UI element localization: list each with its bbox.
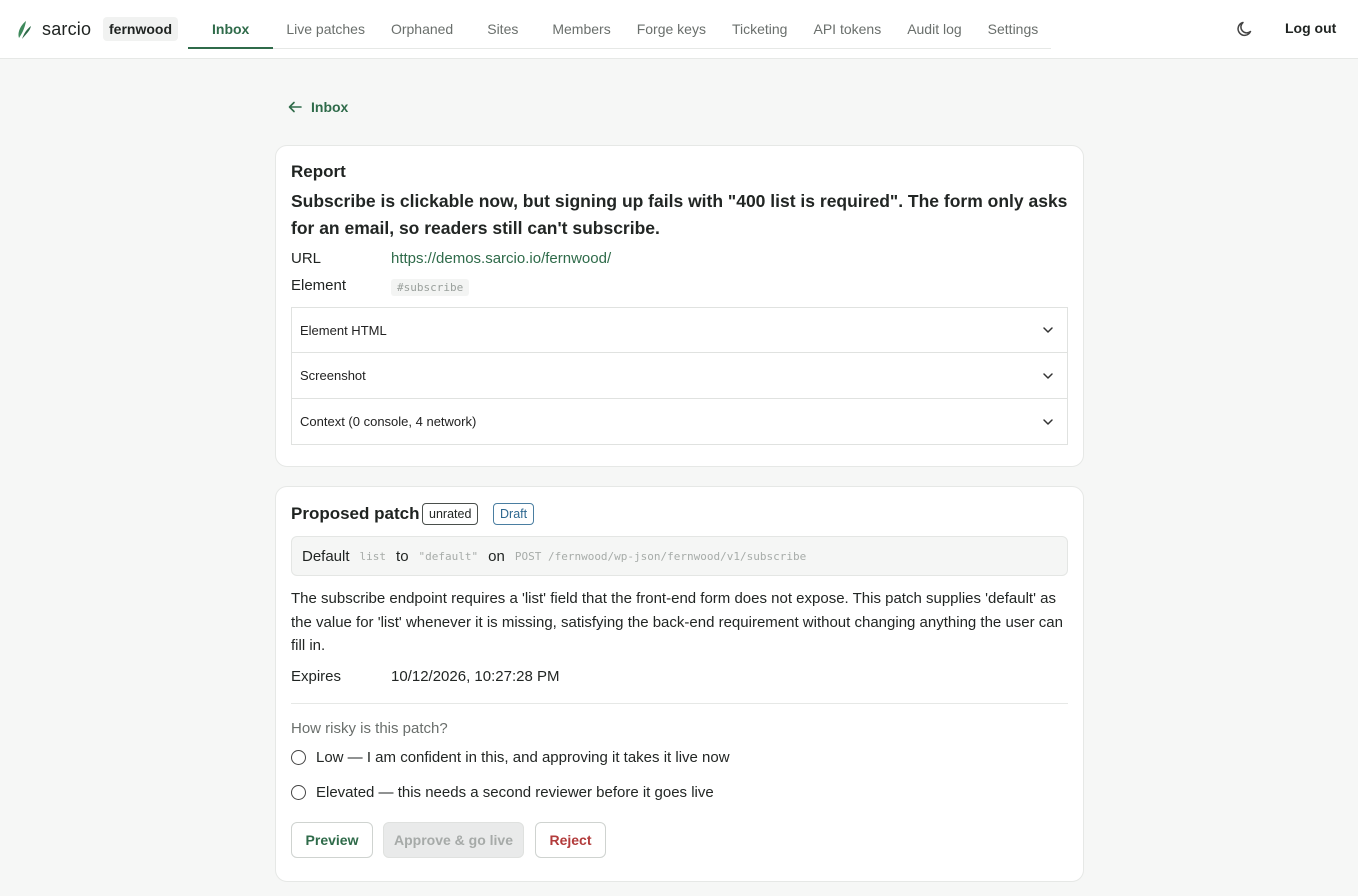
summary-endpoint-code: POST /fernwood/wp-json/fernwood/v1/subsc…	[514, 549, 807, 563]
reject-button[interactable]: Reject	[535, 822, 606, 858]
accordion-context[interactable]: Context (0 console, 4 network)	[291, 399, 1068, 445]
chevron-down-icon	[1043, 418, 1053, 425]
approve-button[interactable]: Approve & go live	[383, 822, 524, 858]
summary-word: Default	[302, 547, 350, 565]
top-bar: sarcio fernwood Inbox Live patches Orpha…	[0, 0, 1358, 59]
logout-button[interactable]: Log out	[1285, 20, 1336, 36]
report-card: Report Subscribe is clickable now, but s…	[275, 145, 1084, 467]
accordion-label: Element HTML	[300, 322, 387, 338]
chevron-down-icon	[1043, 327, 1053, 333]
brand[interactable]: sarcio	[16, 18, 91, 40]
tab-sites[interactable]: Sites	[466, 0, 539, 49]
summary-word: on	[488, 547, 505, 565]
risk-option-elevated[interactable]: Elevated — this needs a second reviewer …	[291, 784, 714, 801]
risk-option-label: Low — I am confident in this, and approv…	[316, 749, 730, 766]
element-selector: #subscribe	[391, 278, 470, 296]
tab-live-patches[interactable]: Live patches	[273, 0, 378, 49]
brand-name: sarcio	[42, 18, 92, 39]
expires-value: 10/12/2026, 10:27:28 PM	[391, 668, 560, 685]
report-url-link[interactable]: https://demos.sarcio.io/fernwood/	[391, 250, 611, 267]
radio-button[interactable]	[291, 750, 306, 765]
accordion-element-html[interactable]: Element HTML	[291, 307, 1068, 353]
accordion-label: Context (0 console, 4 network)	[300, 414, 477, 429]
back-link-label: Inbox	[311, 99, 349, 115]
risk-question: How risky is this patch?	[291, 720, 448, 737]
workspace-name[interactable]: fernwood	[103, 17, 178, 41]
url-label: URL	[291, 250, 322, 267]
patch-description: The subscribe endpoint requires a 'list'…	[291, 590, 1063, 654]
status-badge: Draft	[493, 503, 535, 525]
patch-summary: Default list to "default" on POST /fernw…	[291, 536, 1068, 576]
divider	[291, 703, 1068, 704]
summary-value-code: "default"	[418, 549, 479, 563]
risk-option-label: Elevated — this needs a second reviewer …	[316, 784, 714, 801]
risk-option-low[interactable]: Low — I am confident in this, and approv…	[291, 749, 730, 766]
main-nav: Inbox Live patches Orphaned Sites Member…	[188, 0, 1052, 49]
preview-button[interactable]: Preview	[291, 822, 373, 858]
summary-field-code: list	[359, 549, 387, 563]
accordion-screenshot[interactable]: Screenshot	[291, 353, 1068, 399]
chevron-down-icon	[1043, 372, 1053, 379]
tab-audit-log[interactable]: Audit log	[894, 0, 974, 49]
leaf-logo-icon	[18, 21, 31, 39]
rating-badge: unrated	[422, 503, 479, 525]
tab-inbox[interactable]: Inbox	[188, 0, 274, 49]
tab-ticketing[interactable]: Ticketing	[719, 0, 801, 49]
report-sections: Element HTML Screenshot Context (0 conso…	[291, 307, 1068, 445]
report-text: Subscribe is clickable now, but signing …	[291, 191, 1068, 238]
expires-label: Expires	[291, 668, 342, 685]
tab-settings[interactable]: Settings	[975, 0, 1052, 49]
back-link[interactable]: Inbox	[287, 99, 348, 115]
element-selector-code: #subscribe	[391, 279, 470, 296]
patch-card: Proposed patch unrated Draft Default lis…	[275, 486, 1084, 882]
radio-button[interactable]	[291, 785, 306, 800]
summary-word: to	[396, 547, 409, 565]
element-label: Element	[291, 277, 347, 294]
moon-icon[interactable]	[1235, 19, 1255, 39]
tab-members[interactable]: Members	[539, 0, 623, 49]
report-title: Report	[291, 162, 346, 181]
tab-orphaned[interactable]: Orphaned	[378, 0, 466, 49]
accordion-label: Screenshot	[300, 368, 366, 383]
arrow-left-icon	[288, 101, 302, 113]
patch-title: Proposed patch	[291, 504, 420, 523]
tab-api-tokens[interactable]: API tokens	[800, 0, 894, 49]
tab-forge-keys[interactable]: Forge keys	[624, 0, 719, 49]
